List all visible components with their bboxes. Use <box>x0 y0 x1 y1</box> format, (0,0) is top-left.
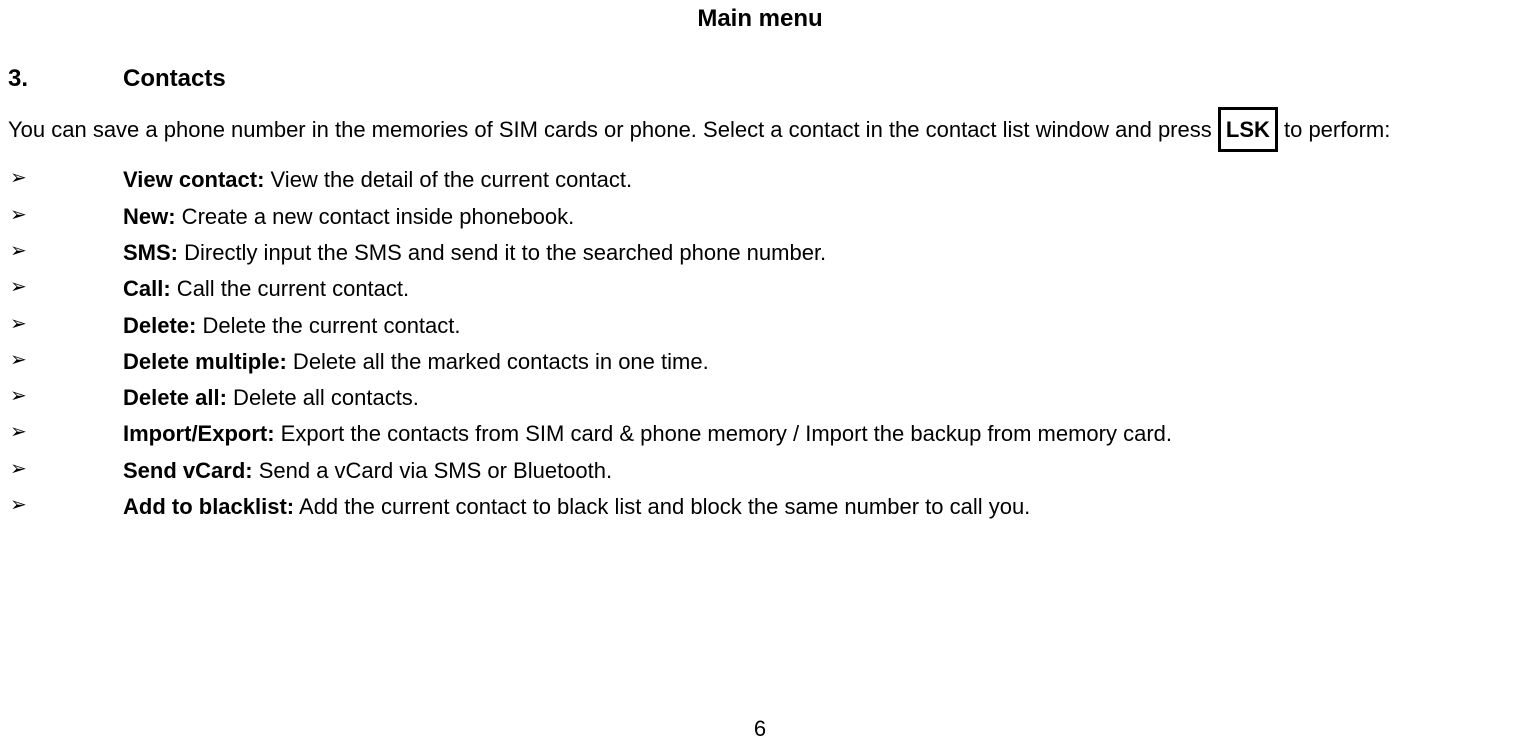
item-description: Directly input the SMS and send it to th… <box>178 240 826 265</box>
bullet-icon: ➢ <box>8 308 123 341</box>
item-label: Delete multiple: <box>123 349 287 374</box>
item-content: Delete: Delete the current contact. <box>123 308 1512 344</box>
item-content: Call: Call the current contact. <box>123 271 1512 307</box>
item-description: Delete the current contact. <box>196 313 460 338</box>
intro-paragraph: You can save a phone number in the memor… <box>8 107 1512 152</box>
item-label: Send vCard: <box>123 458 253 483</box>
section-heading: 3.Contacts <box>8 65 1512 93</box>
item-content: New: Create a new contact inside phonebo… <box>123 199 1512 235</box>
item-description: View the detail of the current contact. <box>264 167 632 192</box>
list-item: ➢ Call: Call the current contact. <box>8 271 1512 307</box>
item-content: Import/Export: Export the contacts from … <box>123 416 1512 452</box>
item-content: View contact: View the detail of the cur… <box>123 162 1512 198</box>
list-item: ➢ View contact: View the detail of the c… <box>8 162 1512 198</box>
item-description: Send a vCard via SMS or Bluetooth. <box>253 458 613 483</box>
bullet-icon: ➢ <box>8 235 123 268</box>
list-item: ➢ Delete all: Delete all contacts. <box>8 380 1512 416</box>
item-label: Import/Export: <box>123 421 275 446</box>
lsk-key-label: LSK <box>1218 107 1278 152</box>
item-label: Add to blacklist: <box>123 494 294 519</box>
item-label: Delete all: <box>123 385 227 410</box>
item-label: New: <box>123 204 176 229</box>
list-item: ➢ Add to blacklist: Add the current cont… <box>8 489 1512 525</box>
item-label: Delete: <box>123 313 196 338</box>
bullet-icon: ➢ <box>8 344 123 377</box>
list-item: ➢ SMS: Directly input the SMS and send i… <box>8 235 1512 271</box>
item-label: View contact: <box>123 167 264 192</box>
bullet-icon: ➢ <box>8 162 123 195</box>
list-item: ➢ New: Create a new contact inside phone… <box>8 199 1512 235</box>
bullet-icon: ➢ <box>8 416 123 449</box>
item-description: Add the current contact to black list an… <box>294 494 1030 519</box>
item-description: Create a new contact inside phonebook. <box>176 204 575 229</box>
menu-list: ➢ View contact: View the detail of the c… <box>8 162 1512 525</box>
page-title: Main menu <box>8 5 1512 33</box>
item-label: SMS: <box>123 240 178 265</box>
section-heading-text: Contacts <box>123 65 226 92</box>
intro-text-after: to perform: <box>1278 117 1390 142</box>
list-item: ➢ Delete: Delete the current contact. <box>8 308 1512 344</box>
item-content: Delete all: Delete all contacts. <box>123 380 1512 416</box>
bullet-icon: ➢ <box>8 489 123 522</box>
list-item: ➢ Send vCard: Send a vCard via SMS or Bl… <box>8 453 1512 489</box>
item-content: Delete multiple: Delete all the marked c… <box>123 344 1512 380</box>
list-item: ➢ Import/Export: Export the contacts fro… <box>8 416 1512 452</box>
bullet-icon: ➢ <box>8 380 123 413</box>
item-description: Export the contacts from SIM card & phon… <box>275 421 1172 446</box>
intro-text-before: You can save a phone number in the memor… <box>8 117 1218 142</box>
bullet-icon: ➢ <box>8 453 123 486</box>
item-description: Delete all the marked contacts in one ti… <box>287 349 709 374</box>
section-number: 3. <box>8 65 123 93</box>
bullet-icon: ➢ <box>8 199 123 232</box>
bullet-icon: ➢ <box>8 271 123 304</box>
item-description: Call the current contact. <box>171 276 409 301</box>
item-content: Send vCard: Send a vCard via SMS or Blue… <box>123 453 1512 489</box>
item-content: SMS: Directly input the SMS and send it … <box>123 235 1512 271</box>
list-item: ➢ Delete multiple: Delete all the marked… <box>8 344 1512 380</box>
item-content: Add to blacklist: Add the current contac… <box>123 489 1512 525</box>
item-label: Call: <box>123 276 171 301</box>
page-number: 6 <box>0 716 1520 742</box>
item-description: Delete all contacts. <box>227 385 419 410</box>
